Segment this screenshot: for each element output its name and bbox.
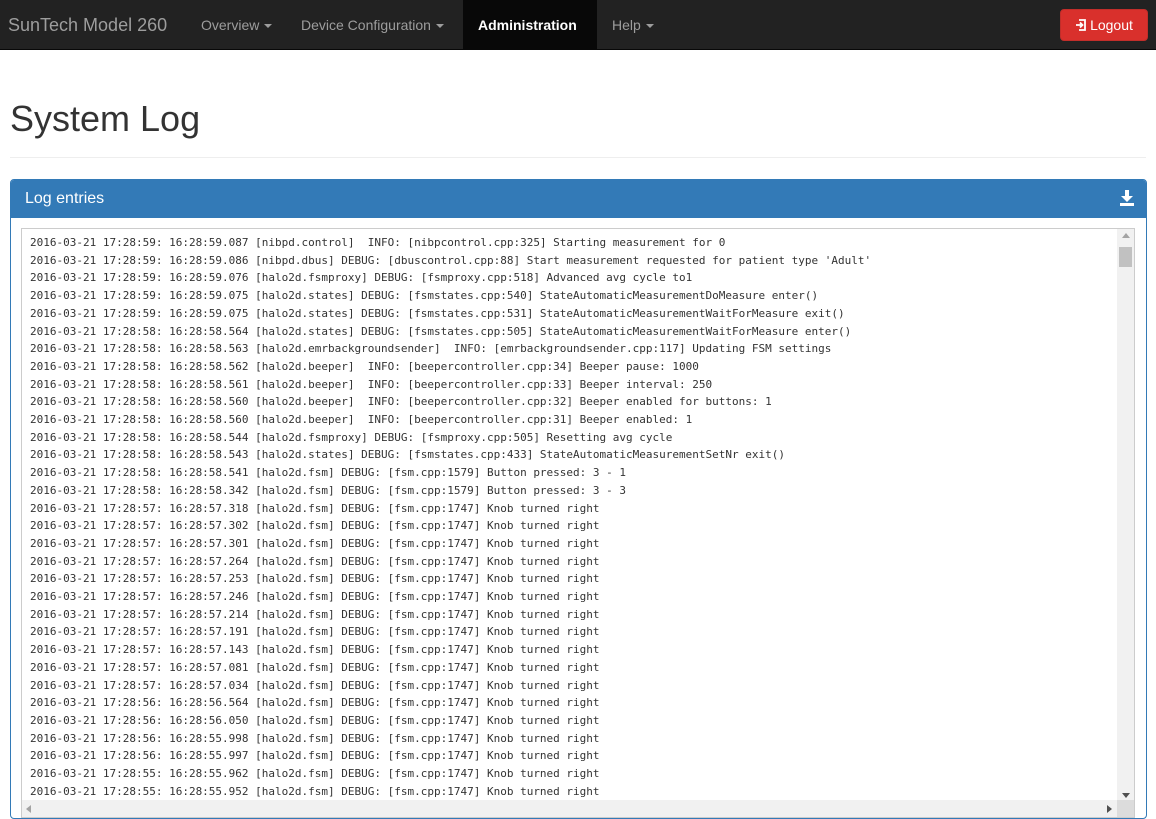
title-divider (10, 157, 1146, 158)
nav-device-configuration[interactable]: Device Configuration (286, 0, 459, 50)
brand-title[interactable]: SunTech Model 260 (8, 0, 167, 50)
log-line: 2016-03-21 17:28:58: 16:28:58.342 [halo2… (30, 483, 627, 497)
log-panel: Log entries 2016-03-21 17:28:59: 16:28:5… (10, 179, 1147, 819)
log-line: 2016-03-21 17:28:58: 16:28:58.561 [halo2… (30, 377, 713, 391)
download-icon[interactable] (1120, 190, 1134, 206)
chevron-down-icon (483, 74, 491, 79)
chevron-down-icon (435, 24, 444, 29)
horizontal-scrollbar[interactable] (22, 800, 1134, 817)
log-line: 2016-03-21 17:28:57: 16:28:57.246 [halo2… (30, 590, 600, 604)
log-line: 2016-03-21 17:28:58: 16:28:58.560 [halo2… (30, 413, 693, 427)
log-line: 2016-03-21 17:28:55: 16:28:55.962 [halo2… (30, 767, 600, 781)
log-line: 2016-03-21 17:28:58: 16:28:58.563 [halo2… (30, 342, 832, 356)
chevron-down-icon (645, 24, 654, 29)
log-line: 2016-03-21 17:28:57: 16:28:57.301 [halo2… (30, 536, 600, 550)
log-line: 2016-03-21 17:28:58: 16:28:58.564 [halo2… (30, 324, 852, 338)
nav-overview-label: Overview (201, 17, 260, 33)
log-line: 2016-03-21 17:28:55: 16:28:55.952 [halo2… (30, 784, 600, 798)
log-line: 2016-03-21 17:28:58: 16:28:58.562 [halo2… (30, 359, 699, 373)
log-line: 2016-03-21 17:28:56: 16:28:55.998 [halo2… (30, 731, 600, 745)
log-line: 2016-03-21 17:28:56: 16:28:56.050 [halo2… (30, 713, 600, 727)
logout-button[interactable]: Logout (1060, 9, 1148, 41)
log-line: 2016-03-21 17:28:59: 16:28:59.076 [halo2… (30, 271, 693, 285)
scrollbar-thumb[interactable] (1119, 247, 1132, 267)
log-line: 2016-03-21 17:28:57: 16:28:57.264 [halo2… (30, 554, 600, 568)
log-line: 2016-03-21 17:28:58: 16:28:58.541 [halo2… (30, 466, 627, 480)
log-line: 2016-03-21 17:28:57: 16:28:57.214 [halo2… (30, 607, 600, 621)
log-line: 2016-03-21 17:28:58: 16:28:58.544 [halo2… (30, 430, 673, 444)
log-line: 2016-03-21 17:28:57: 16:28:57.191 [halo2… (30, 625, 600, 639)
log-line: 2016-03-21 17:28:57: 16:28:57.143 [halo2… (30, 643, 600, 657)
top-navbar: SunTech Model 260 Overview Device Config… (0, 0, 1156, 79)
scroll-down-arrow-icon[interactable] (1122, 793, 1130, 798)
log-line: 2016-03-21 17:28:58: 16:28:58.560 [halo2… (30, 395, 772, 409)
nav-administration[interactable]: Administration (463, 0, 597, 79)
vertical-scrollbar[interactable] (1117, 229, 1134, 802)
scrollbar-corner (1117, 800, 1134, 817)
nav-device-configuration-label: Device Configuration (301, 17, 431, 33)
nav-help[interactable]: Help (597, 0, 669, 50)
log-line: 2016-03-21 17:28:56: 16:28:55.997 [halo2… (30, 749, 600, 763)
chevron-down-icon (264, 24, 273, 29)
log-line: 2016-03-21 17:28:59: 16:28:59.086 [nibpd… (30, 253, 872, 267)
log-textarea[interactable]: 2016-03-21 17:28:59: 16:28:59.087 [nibpd… (21, 228, 1135, 818)
panel-title: Log entries (25, 190, 105, 207)
log-line: 2016-03-21 17:28:56: 16:28:56.564 [halo2… (30, 696, 600, 710)
log-lines: 2016-03-21 17:28:59: 16:28:59.087 [nibpd… (30, 234, 871, 801)
log-line: 2016-03-21 17:28:57: 16:28:57.081 [halo2… (30, 660, 600, 674)
log-line: 2016-03-21 17:28:59: 16:28:59.075 [halo2… (30, 306, 845, 320)
nav-help-label: Help (612, 17, 641, 33)
panel-heading: Log entries (11, 180, 1146, 218)
scroll-up-arrow-icon[interactable] (1122, 233, 1130, 238)
page-title: System Log (10, 98, 201, 139)
log-line: 2016-03-21 17:28:59: 16:28:59.075 [halo2… (30, 289, 819, 303)
nav-administration-label: Administration (478, 17, 577, 33)
log-line: 2016-03-21 17:28:57: 16:28:57.302 [halo2… (30, 519, 600, 533)
log-line: 2016-03-21 17:28:57: 16:28:57.253 [halo2… (30, 572, 600, 586)
log-line: 2016-03-21 17:28:58: 16:28:58.543 [halo2… (30, 448, 785, 462)
log-line: 2016-03-21 17:28:59: 16:28:59.087 [nibpd… (30, 236, 726, 249)
log-line: 2016-03-21 17:28:57: 16:28:57.034 [halo2… (30, 678, 600, 692)
logout-icon (1075, 10, 1087, 40)
nav-overview[interactable]: Overview (186, 0, 287, 50)
log-line: 2016-03-21 17:28:57: 16:28:57.318 [halo2… (30, 501, 600, 515)
logout-label: Logout (1090, 17, 1133, 33)
